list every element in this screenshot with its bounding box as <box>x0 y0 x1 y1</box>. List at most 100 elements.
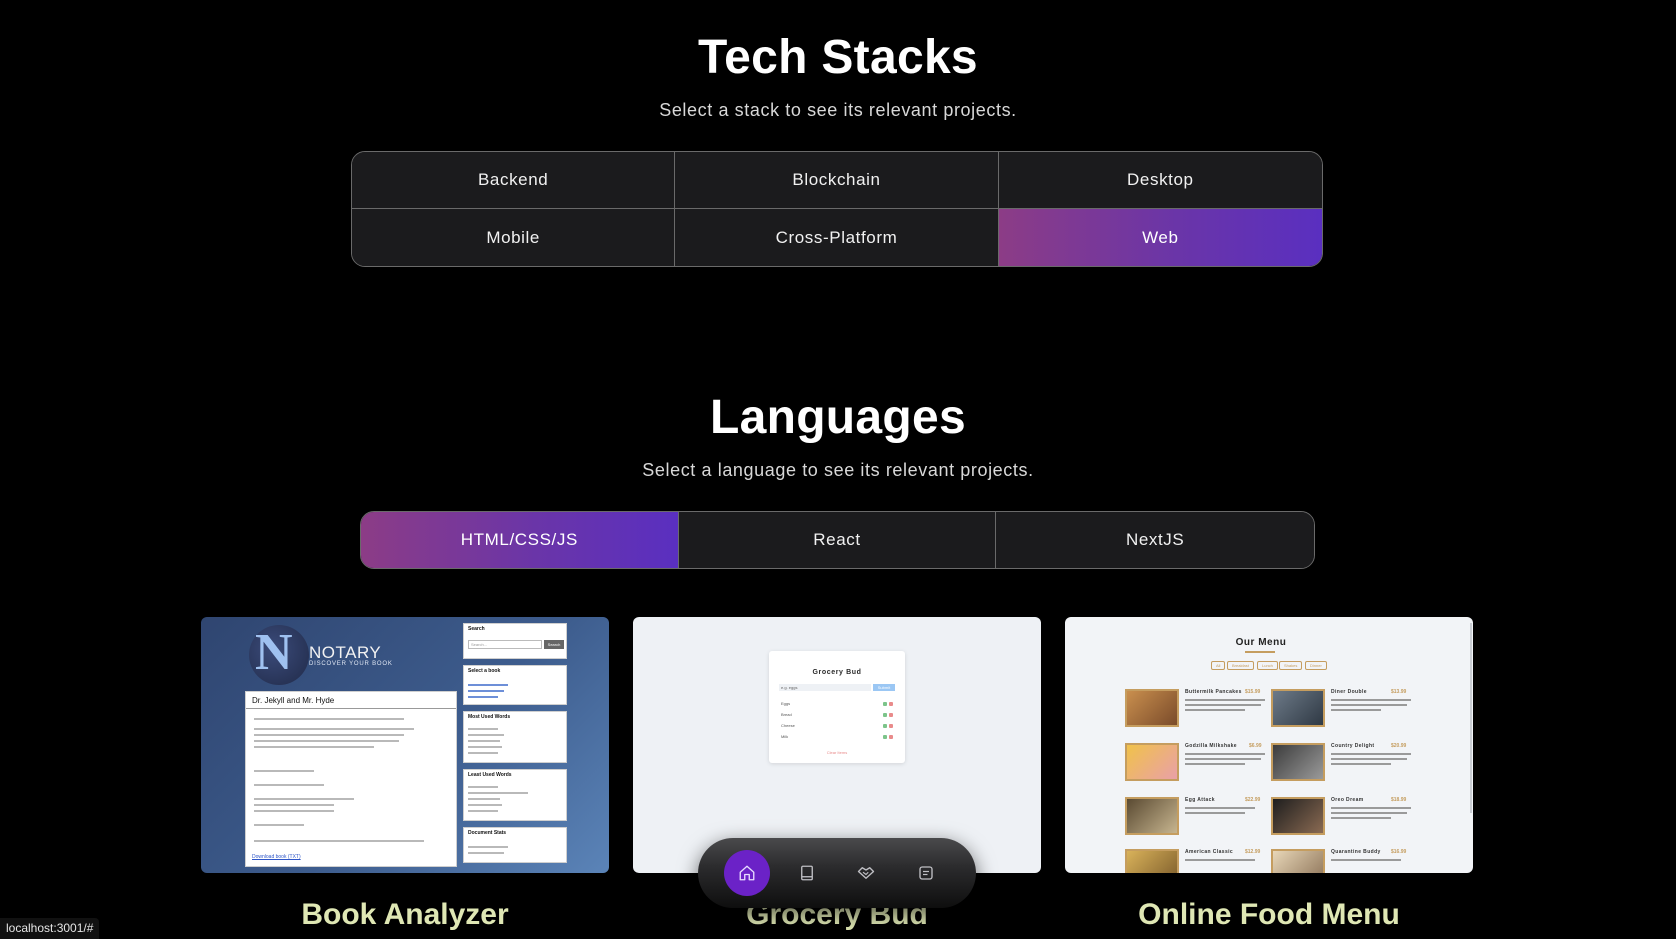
text-line <box>468 786 498 788</box>
grocery-input[interactable]: e.g. eggs <box>779 684 871 691</box>
menu-item-desc <box>1331 758 1407 760</box>
book-link <box>468 696 498 698</box>
languages-subtitle: Select a language to see its relevant pr… <box>642 460 1034 480</box>
delete-icon[interactable] <box>889 735 893 739</box>
text-line <box>468 852 504 854</box>
search-panel-label: Search <box>468 626 485 632</box>
nav-services-button[interactable] <box>843 850 889 896</box>
menu-item-image <box>1125 743 1179 781</box>
home-icon <box>739 865 755 881</box>
grocery-item: Cheese <box>781 723 795 728</box>
stack-option-web[interactable]: Web <box>998 209 1322 266</box>
menu-item-desc <box>1185 859 1255 861</box>
book-icon <box>801 865 813 881</box>
edit-icon[interactable] <box>883 724 887 728</box>
menu-item-desc <box>1185 763 1245 765</box>
most-used-words-panel: Most Used Words <box>463 711 567 763</box>
project-card-online-food-menu[interactable]: Our Menu All Breakfast Lunch Shakes Dinn… <box>1065 617 1473 873</box>
menu-item-price: $22.99 <box>1245 797 1261 803</box>
text-line <box>254 746 374 748</box>
menu-item-desc <box>1185 704 1261 706</box>
menu-filter-lunch[interactable]: Lunch <box>1257 661 1278 670</box>
tech-stack-selector: Backend Blockchain Desktop Mobile Cross-… <box>351 151 1323 267</box>
panel-label: Select a book <box>468 668 501 674</box>
menu-item-price: $13.99 <box>1391 689 1407 695</box>
menu-item-desc <box>1185 753 1265 755</box>
delete-icon[interactable] <box>889 702 893 706</box>
menu-filter-dinner[interactable]: Dinner <box>1305 661 1327 670</box>
text-line <box>254 718 404 720</box>
menu-item-name: American Classic <box>1185 849 1234 855</box>
nav-home-button[interactable] <box>724 850 770 896</box>
text-line <box>468 810 498 812</box>
stack-option-blockchain[interactable]: Blockchain <box>675 152 999 209</box>
panel-label: Document Stats <box>468 830 507 836</box>
menu-filter-breakfast[interactable]: Breakfast <box>1227 661 1254 670</box>
menu-item-desc <box>1185 758 1261 760</box>
book-link <box>468 684 508 686</box>
notary-brand: NOTARY <box>309 643 382 662</box>
clear-items-button[interactable]: Clear Items <box>769 750 905 755</box>
delete-icon[interactable] <box>889 724 893 728</box>
language-option-html-css-js[interactable]: HTML/CSS/JS <box>361 512 679 568</box>
nav-book-button[interactable] <box>784 850 830 896</box>
language-option-react[interactable]: React <box>678 512 997 568</box>
edit-icon[interactable] <box>883 713 887 717</box>
text-line <box>254 840 424 842</box>
book-search-input[interactable]: Search... <box>468 640 542 649</box>
stack-option-cross-platform[interactable]: Cross-Platform <box>675 209 999 266</box>
book-link <box>468 690 504 692</box>
edit-icon[interactable] <box>883 702 887 706</box>
grocery-submit-button[interactable]: Submit <box>873 684 895 691</box>
text-line <box>254 740 399 742</box>
text-line <box>468 746 502 748</box>
stack-option-mobile[interactable]: Mobile <box>352 209 676 266</box>
menu-item-price: $6.99 <box>1249 743 1262 749</box>
status-bar-url: localhost:3001/# <box>0 918 100 939</box>
menu-item-desc <box>1185 699 1265 701</box>
grocery-heading: Grocery Bud <box>812 669 862 676</box>
menu-item-name: Oreo Dream <box>1331 797 1364 803</box>
notary-tagline: DISCOVER YOUR BOOK <box>309 661 393 667</box>
menu-item-desc <box>1331 763 1391 765</box>
scrollbar[interactable] <box>1470 623 1472 813</box>
text-line <box>254 824 304 826</box>
menu-filter-shakes[interactable]: Shakes <box>1279 661 1303 670</box>
floating-nav-dock <box>698 838 976 908</box>
menu-item-desc <box>1331 817 1391 819</box>
language-option-nextjs[interactable]: NextJS <box>996 512 1314 568</box>
book-search-button[interactable]: Search <box>544 640 564 649</box>
menu-item-desc <box>1331 753 1411 755</box>
menu-item-name: Quarantine Buddy <box>1331 849 1381 855</box>
stack-option-desktop[interactable]: Desktop <box>998 152 1322 209</box>
edit-icon[interactable] <box>883 735 887 739</box>
project-title-book-analyzer[interactable]: Book Analyzer <box>201 898 609 932</box>
stack-option-backend[interactable]: Backend <box>352 152 676 209</box>
text-line <box>254 810 334 812</box>
delete-icon[interactable] <box>889 713 893 717</box>
project-card-book-analyzer[interactable]: N NOTARY DISCOVER YOUR BOOK Dr. Jekyll a… <box>201 617 609 873</box>
download-book-link[interactable]: Download book (TXT) <box>252 854 301 860</box>
menu-item-price: $20.99 <box>1391 743 1407 749</box>
menu-item-name: Country Delight <box>1331 743 1375 749</box>
book-title: Dr. Jekyll and Mr. Hyde <box>252 696 335 705</box>
divider <box>246 708 456 709</box>
text-line <box>254 798 354 800</box>
message-icon <box>919 866 933 880</box>
menu-filter-all[interactable]: All <box>1211 661 1226 670</box>
project-title-online-food-menu[interactable]: Online Food Menu <box>1065 898 1473 932</box>
text-line <box>468 740 500 742</box>
tech-stacks-title: Tech Stacks <box>698 31 978 84</box>
menu-item-image <box>1271 797 1325 835</box>
menu-item-image <box>1271 849 1325 873</box>
menu-item-desc <box>1331 704 1407 706</box>
nav-contact-button[interactable] <box>903 850 949 896</box>
menu-heading: Our Menu <box>1235 637 1287 648</box>
notary-logo-letter: N <box>255 624 293 681</box>
text-line <box>468 846 508 848</box>
text-line <box>468 752 498 754</box>
menu-item-desc <box>1331 812 1407 814</box>
grocery-item: Bread <box>781 712 792 717</box>
menu-item-desc <box>1185 709 1245 711</box>
project-card-grocery-bud[interactable]: Grocery Bud e.g. eggs Submit Eggs Bread … <box>633 617 1041 873</box>
